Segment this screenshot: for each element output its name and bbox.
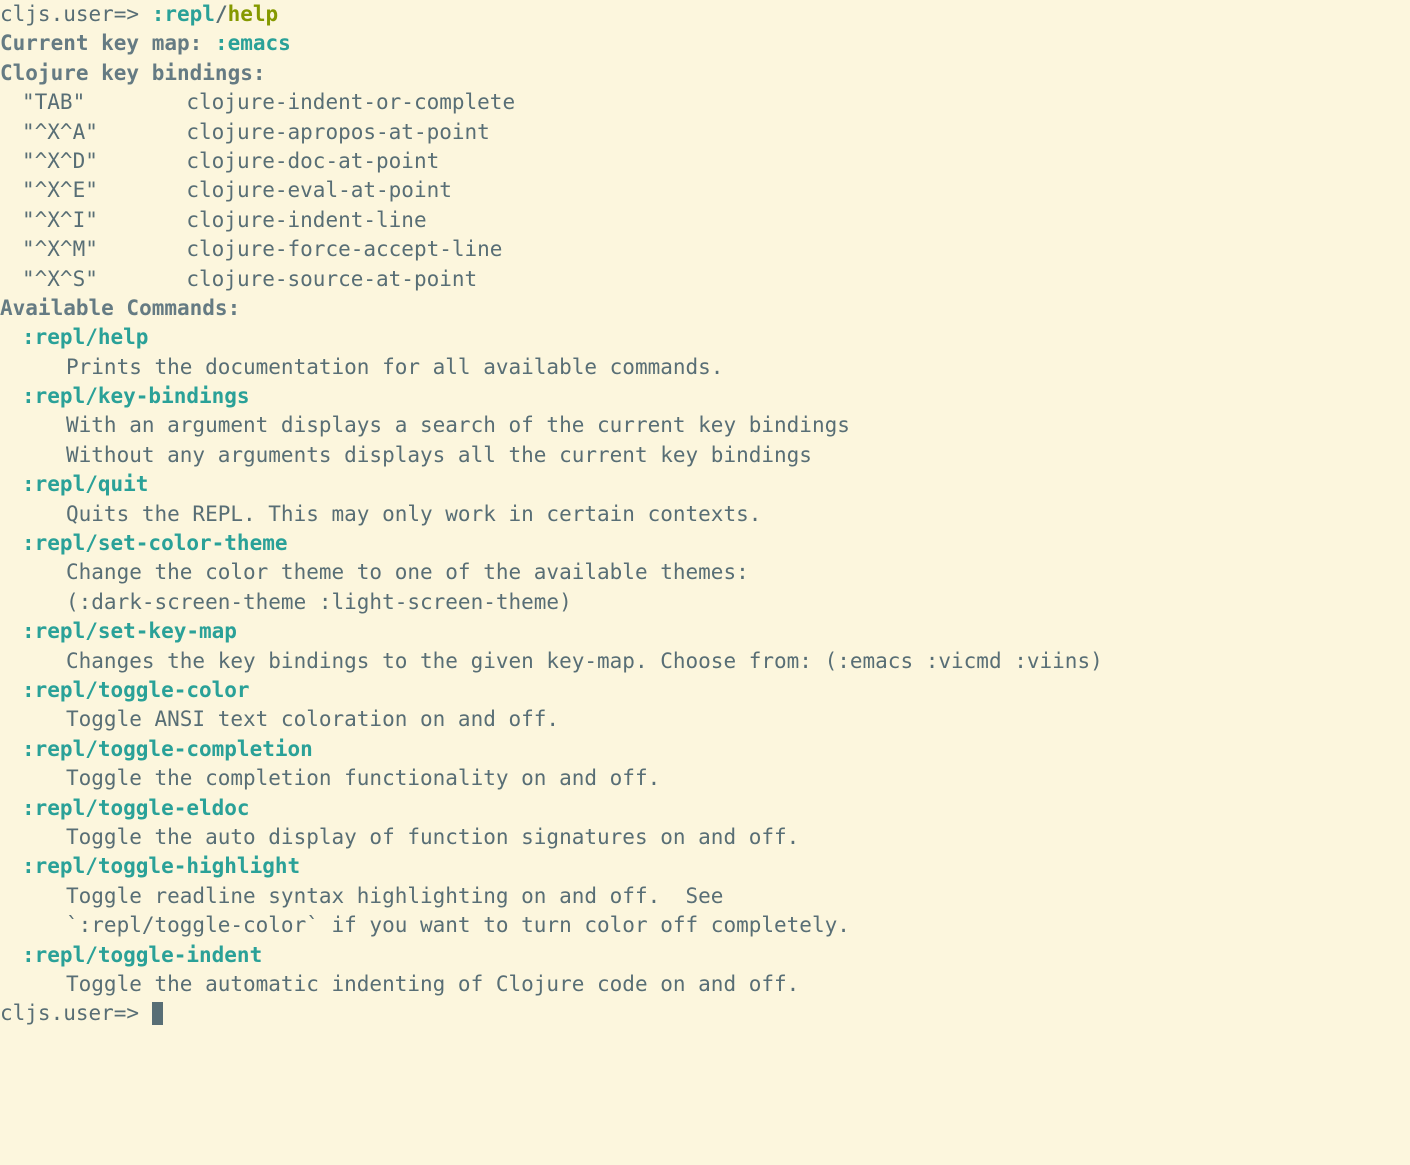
command-desc: `:repl/toggle-color` if you want to turn…	[0, 911, 1410, 940]
command-name: :repl/toggle-highlight	[0, 852, 1410, 881]
command-desc: Toggle the completion functionality on a…	[0, 764, 1410, 793]
binding-desc: clojure-force-accept-line	[186, 237, 502, 261]
repl-prompt-line[interactable]: cljs.user=> :repl/help	[0, 0, 1410, 29]
command-name: :repl/toggle-indent	[0, 941, 1410, 970]
repl-command-namespace: :repl	[152, 2, 215, 26]
repl-prompt-line-2[interactable]: cljs.user=>	[0, 999, 1410, 1028]
command-desc: Without any arguments displays all the c…	[0, 441, 1410, 470]
command-desc: Toggle the auto display of function sign…	[0, 823, 1410, 852]
command-name: :repl/help	[0, 323, 1410, 352]
command-name: :repl/toggle-completion	[0, 735, 1410, 764]
bindings-header: Clojure key bindings:	[0, 59, 1410, 88]
binding-key: "^X^M"	[22, 237, 186, 261]
command-name: :repl/quit	[0, 470, 1410, 499]
binding-key: "TAB"	[22, 90, 186, 114]
command-desc: Changes the key bindings to the given ke…	[0, 647, 1410, 676]
binding-key: "^X^S"	[22, 267, 186, 291]
binding-row: "^X^M" clojure-force-accept-line	[0, 235, 1410, 264]
binding-key: "^X^E"	[22, 178, 186, 202]
command-desc: Toggle the automatic indenting of Clojur…	[0, 970, 1410, 999]
binding-key: "^X^A"	[22, 120, 186, 144]
binding-row: "^X^D" clojure-doc-at-point	[0, 147, 1410, 176]
binding-desc: clojure-apropos-at-point	[186, 120, 489, 144]
command-name: :repl/set-key-map	[0, 617, 1410, 646]
binding-desc: clojure-indent-or-complete	[186, 90, 515, 114]
binding-desc: clojure-indent-line	[186, 208, 426, 232]
keymap-line: Current key map: :emacs	[0, 29, 1410, 58]
commands-header: Available Commands:	[0, 294, 1410, 323]
binding-row: "^X^I" clojure-indent-line	[0, 206, 1410, 235]
command-desc: Change the color theme to one of the ava…	[0, 558, 1410, 587]
command-name: :repl/key-bindings	[0, 382, 1410, 411]
command-desc: Toggle ANSI text coloration on and off.	[0, 705, 1410, 734]
repl-command-separator: /	[215, 2, 228, 26]
command-name: :repl/toggle-color	[0, 676, 1410, 705]
keymap-label: Current key map:	[0, 31, 215, 55]
binding-desc: clojure-eval-at-point	[186, 178, 452, 202]
repl-prompt-prefix: cljs.user=>	[0, 1001, 152, 1025]
command-name: :repl/set-color-theme	[0, 529, 1410, 558]
command-desc: Prints the documentation for all availab…	[0, 353, 1410, 382]
repl-command-name: help	[228, 2, 279, 26]
binding-key: "^X^I"	[22, 208, 186, 232]
command-desc: (:dark-screen-theme :light-screen-theme)	[0, 588, 1410, 617]
command-desc: With an argument displays a search of th…	[0, 411, 1410, 440]
binding-desc: clojure-source-at-point	[186, 267, 477, 291]
binding-row: "^X^S" clojure-source-at-point	[0, 265, 1410, 294]
cursor-icon	[152, 1002, 163, 1025]
binding-key: "^X^D"	[22, 149, 186, 173]
binding-row: "^X^A" clojure-apropos-at-point	[0, 118, 1410, 147]
command-name: :repl/toggle-eldoc	[0, 794, 1410, 823]
binding-row: "TAB" clojure-indent-or-complete	[0, 88, 1410, 117]
command-desc: Quits the REPL. This may only work in ce…	[0, 500, 1410, 529]
repl-prompt-prefix: cljs.user=>	[0, 2, 152, 26]
binding-row: "^X^E" clojure-eval-at-point	[0, 176, 1410, 205]
keymap-value: :emacs	[215, 31, 291, 55]
command-desc: Toggle readline syntax highlighting on a…	[0, 882, 1410, 911]
binding-desc: clojure-doc-at-point	[186, 149, 439, 173]
